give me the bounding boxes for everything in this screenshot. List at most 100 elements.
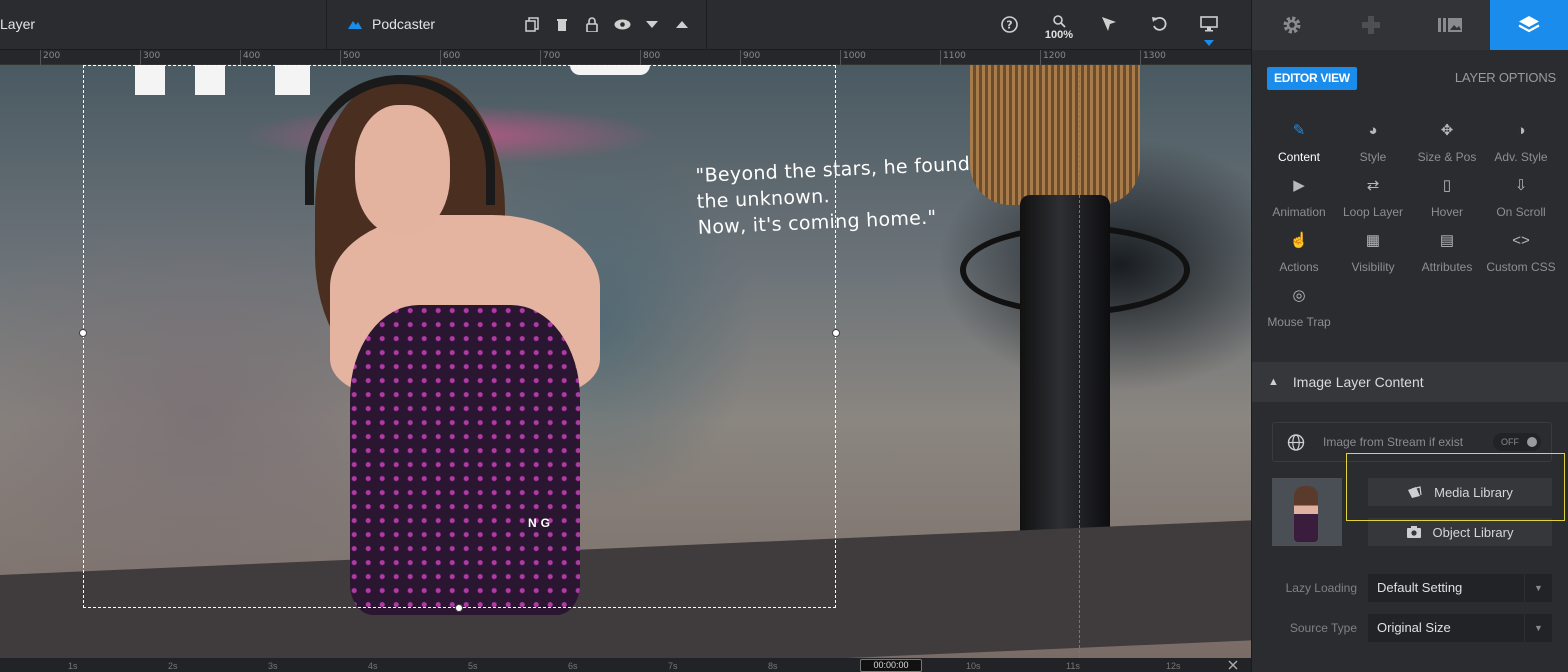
- svg-text:?: ?: [1006, 18, 1012, 31]
- trash-icon: [557, 19, 567, 31]
- chevron-down-icon: ▼: [1524, 614, 1552, 642]
- timeline-label: 2s: [168, 661, 178, 671]
- stream-toggle[interactable]: OFF: [1493, 433, 1541, 451]
- timeline-label: 8s: [768, 661, 778, 671]
- editor-view-button[interactable]: EDITOR VIEW: [1267, 67, 1357, 90]
- loop-icon: ⇄: [1366, 177, 1380, 194]
- slides-icon: [1438, 18, 1463, 32]
- help-button[interactable]: ?: [998, 13, 1020, 35]
- duplicate-button[interactable]: [521, 13, 543, 35]
- slider-selector[interactable]: Podcaster: [348, 16, 435, 32]
- copy-icon: [525, 16, 539, 32]
- device-indicator-icon: [1204, 40, 1214, 46]
- annotation-highlight-box: [1346, 453, 1565, 521]
- top-toolbar: Layer Podcaster ? 100%: [0, 0, 1251, 50]
- tool-visibility[interactable]: ▦ Visibility: [1336, 230, 1410, 280]
- scroll-icon: ⇩: [1514, 177, 1528, 194]
- timeline-label: 3s: [268, 661, 278, 671]
- contrast-icon: ◑: [1516, 122, 1526, 139]
- tab-navigation[interactable]: [1331, 0, 1410, 50]
- source-type-label: Source Type: [1289, 621, 1357, 635]
- microphone-body-image: [1020, 195, 1110, 575]
- mouse-icon: ▯: [1442, 177, 1452, 194]
- timeline-label: 1s: [68, 661, 78, 671]
- lazy-loading-value: Default Setting: [1377, 580, 1463, 595]
- tool-mouse-trap[interactable]: ◎ Mouse Trap: [1262, 285, 1336, 335]
- right-panel: EDITOR VIEW LAYER OPTIONS ✎ Content ◕ Styl…: [1251, 0, 1568, 672]
- source-type-value: Original Size: [1377, 620, 1451, 635]
- tool-on-scroll[interactable]: ⇩ On Scroll: [1484, 175, 1558, 225]
- collapse-icon: ▲: [1268, 376, 1279, 388]
- layer-selection-box[interactable]: [83, 65, 836, 608]
- move-up-button[interactable]: [671, 13, 693, 35]
- close-icon[interactable]: [1228, 660, 1238, 670]
- caret-down-icon: [646, 20, 658, 28]
- palette-icon: ◕: [1368, 122, 1378, 139]
- timeline-label: 5s: [468, 661, 478, 671]
- tool-hover[interactable]: ▯ Hover: [1410, 175, 1484, 225]
- resize-handle-right[interactable]: [832, 329, 840, 337]
- layer-options-label[interactable]: LAYER OPTIONS: [1455, 70, 1556, 85]
- timeline-ruler[interactable]: 1s 2s 3s 4s 5s 6s 7s 8s 00:00:00 10s 11s…: [0, 658, 1251, 672]
- snap-guide-line: [1079, 65, 1080, 658]
- tool-attributes[interactable]: ▤ Attributes: [1410, 230, 1484, 280]
- tab-slides[interactable]: [1411, 0, 1490, 50]
- tool-size-pos[interactable]: ✥ Size & Pos: [1410, 120, 1484, 170]
- tool-custom-css[interactable]: <> Custom CSS: [1484, 230, 1558, 280]
- tool-style[interactable]: ◕ Style: [1336, 120, 1410, 170]
- device-desktop-button[interactable]: [1198, 13, 1220, 35]
- select-tool-button[interactable]: [1098, 13, 1120, 35]
- file-icon: ▤: [1439, 232, 1455, 249]
- tool-adv-style[interactable]: ◑ Adv. Style: [1484, 120, 1558, 170]
- image-layer-content-header[interactable]: ▲ Image Layer Content: [1252, 362, 1568, 402]
- caret-up-icon: [676, 20, 688, 28]
- delete-button[interactable]: [551, 13, 573, 35]
- visibility-button[interactable]: [611, 13, 633, 35]
- help-icon: ?: [1000, 15, 1018, 33]
- tool-animation[interactable]: ▶ Animation: [1262, 175, 1336, 225]
- image-thumbnail[interactable]: [1272, 478, 1342, 546]
- tab-layers[interactable]: [1489, 0, 1568, 50]
- source-type-select[interactable]: Original Size ▼: [1368, 614, 1552, 642]
- move-icon: ✥: [1440, 122, 1454, 139]
- panel-tabs: [1252, 0, 1568, 50]
- camera-icon: [1406, 526, 1421, 538]
- tool-actions[interactable]: ☝ Actions: [1262, 230, 1336, 280]
- resize-handle-left[interactable]: [79, 329, 87, 337]
- cursor-icon: [1102, 17, 1116, 31]
- section-title: Image Layer Content: [1292, 374, 1424, 390]
- resize-handle-bottom[interactable]: [455, 604, 463, 612]
- undo-icon: [1152, 16, 1167, 31]
- toolbar-divider: [706, 0, 707, 50]
- timeline-label: 12s: [1166, 661, 1181, 671]
- crosshair-icon: ◎: [1292, 287, 1306, 304]
- lazy-loading-select[interactable]: Default Setting ▼: [1368, 574, 1552, 602]
- eye-icon: [614, 19, 630, 29]
- stream-label: Image from Stream if exist: [1323, 435, 1464, 449]
- layers-icon: [1518, 16, 1540, 33]
- timeline-label: 4s: [368, 661, 378, 671]
- magnifier-icon: [1052, 14, 1066, 28]
- current-time-display[interactable]: 00:00:00: [860, 659, 922, 672]
- layer-label[interactable]: Layer: [0, 16, 35, 32]
- object-library-button[interactable]: Object Library: [1368, 518, 1552, 546]
- zoom-level: 100%: [1044, 29, 1074, 41]
- tool-loop-layer[interactable]: ⇄ Loop Layer: [1336, 175, 1410, 225]
- hand-pointer-icon: ☝: [1289, 232, 1309, 249]
- slide-canvas[interactable]: "Beyond the stars, he found the unknown.…: [0, 65, 1251, 658]
- globe-icon: [1287, 433, 1305, 451]
- play-icon: ▶: [1293, 177, 1305, 194]
- timeline-label: 10s: [966, 661, 981, 671]
- object-library-label: Object Library: [1432, 524, 1514, 540]
- undo-button[interactable]: [1148, 13, 1170, 35]
- gear-icon: [1283, 16, 1301, 34]
- horizontal-ruler: 200 300 400 500 600 700 800 900 1000 110…: [0, 50, 1251, 65]
- lock-button[interactable]: [581, 13, 603, 35]
- tab-slide-settings[interactable]: [1252, 0, 1331, 50]
- timeline-label: 7s: [668, 661, 678, 671]
- gamepad-icon: [1361, 16, 1380, 34]
- timeline-label: 6s: [568, 661, 578, 671]
- move-down-button[interactable]: [641, 13, 663, 35]
- code-icon: <>: [1512, 232, 1530, 249]
- tool-content[interactable]: ✎ Content: [1262, 120, 1336, 170]
